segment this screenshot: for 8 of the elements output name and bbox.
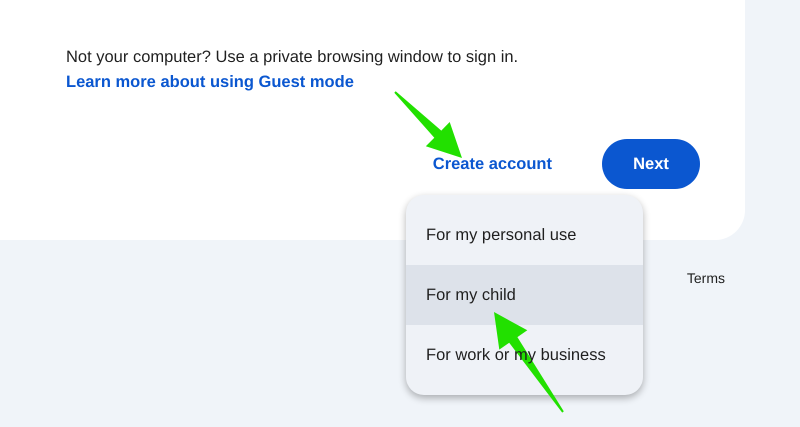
menu-item[interactable]: For my child — [406, 265, 643, 325]
next-button[interactable]: Next — [602, 139, 700, 189]
annotation-arrow — [394, 91, 462, 158]
create-account-button[interactable]: Create account — [432, 154, 552, 174]
terms-link[interactable]: Terms — [686, 270, 725, 286]
menu-item[interactable]: For my personal use — [406, 205, 643, 265]
guest-mode-link[interactable]: Learn more about using Guest mode — [66, 73, 354, 91]
guest-notice: Not your computer? Use a private browsing window to sign in. Learn more about using Guest mode — [66, 47, 520, 93]
